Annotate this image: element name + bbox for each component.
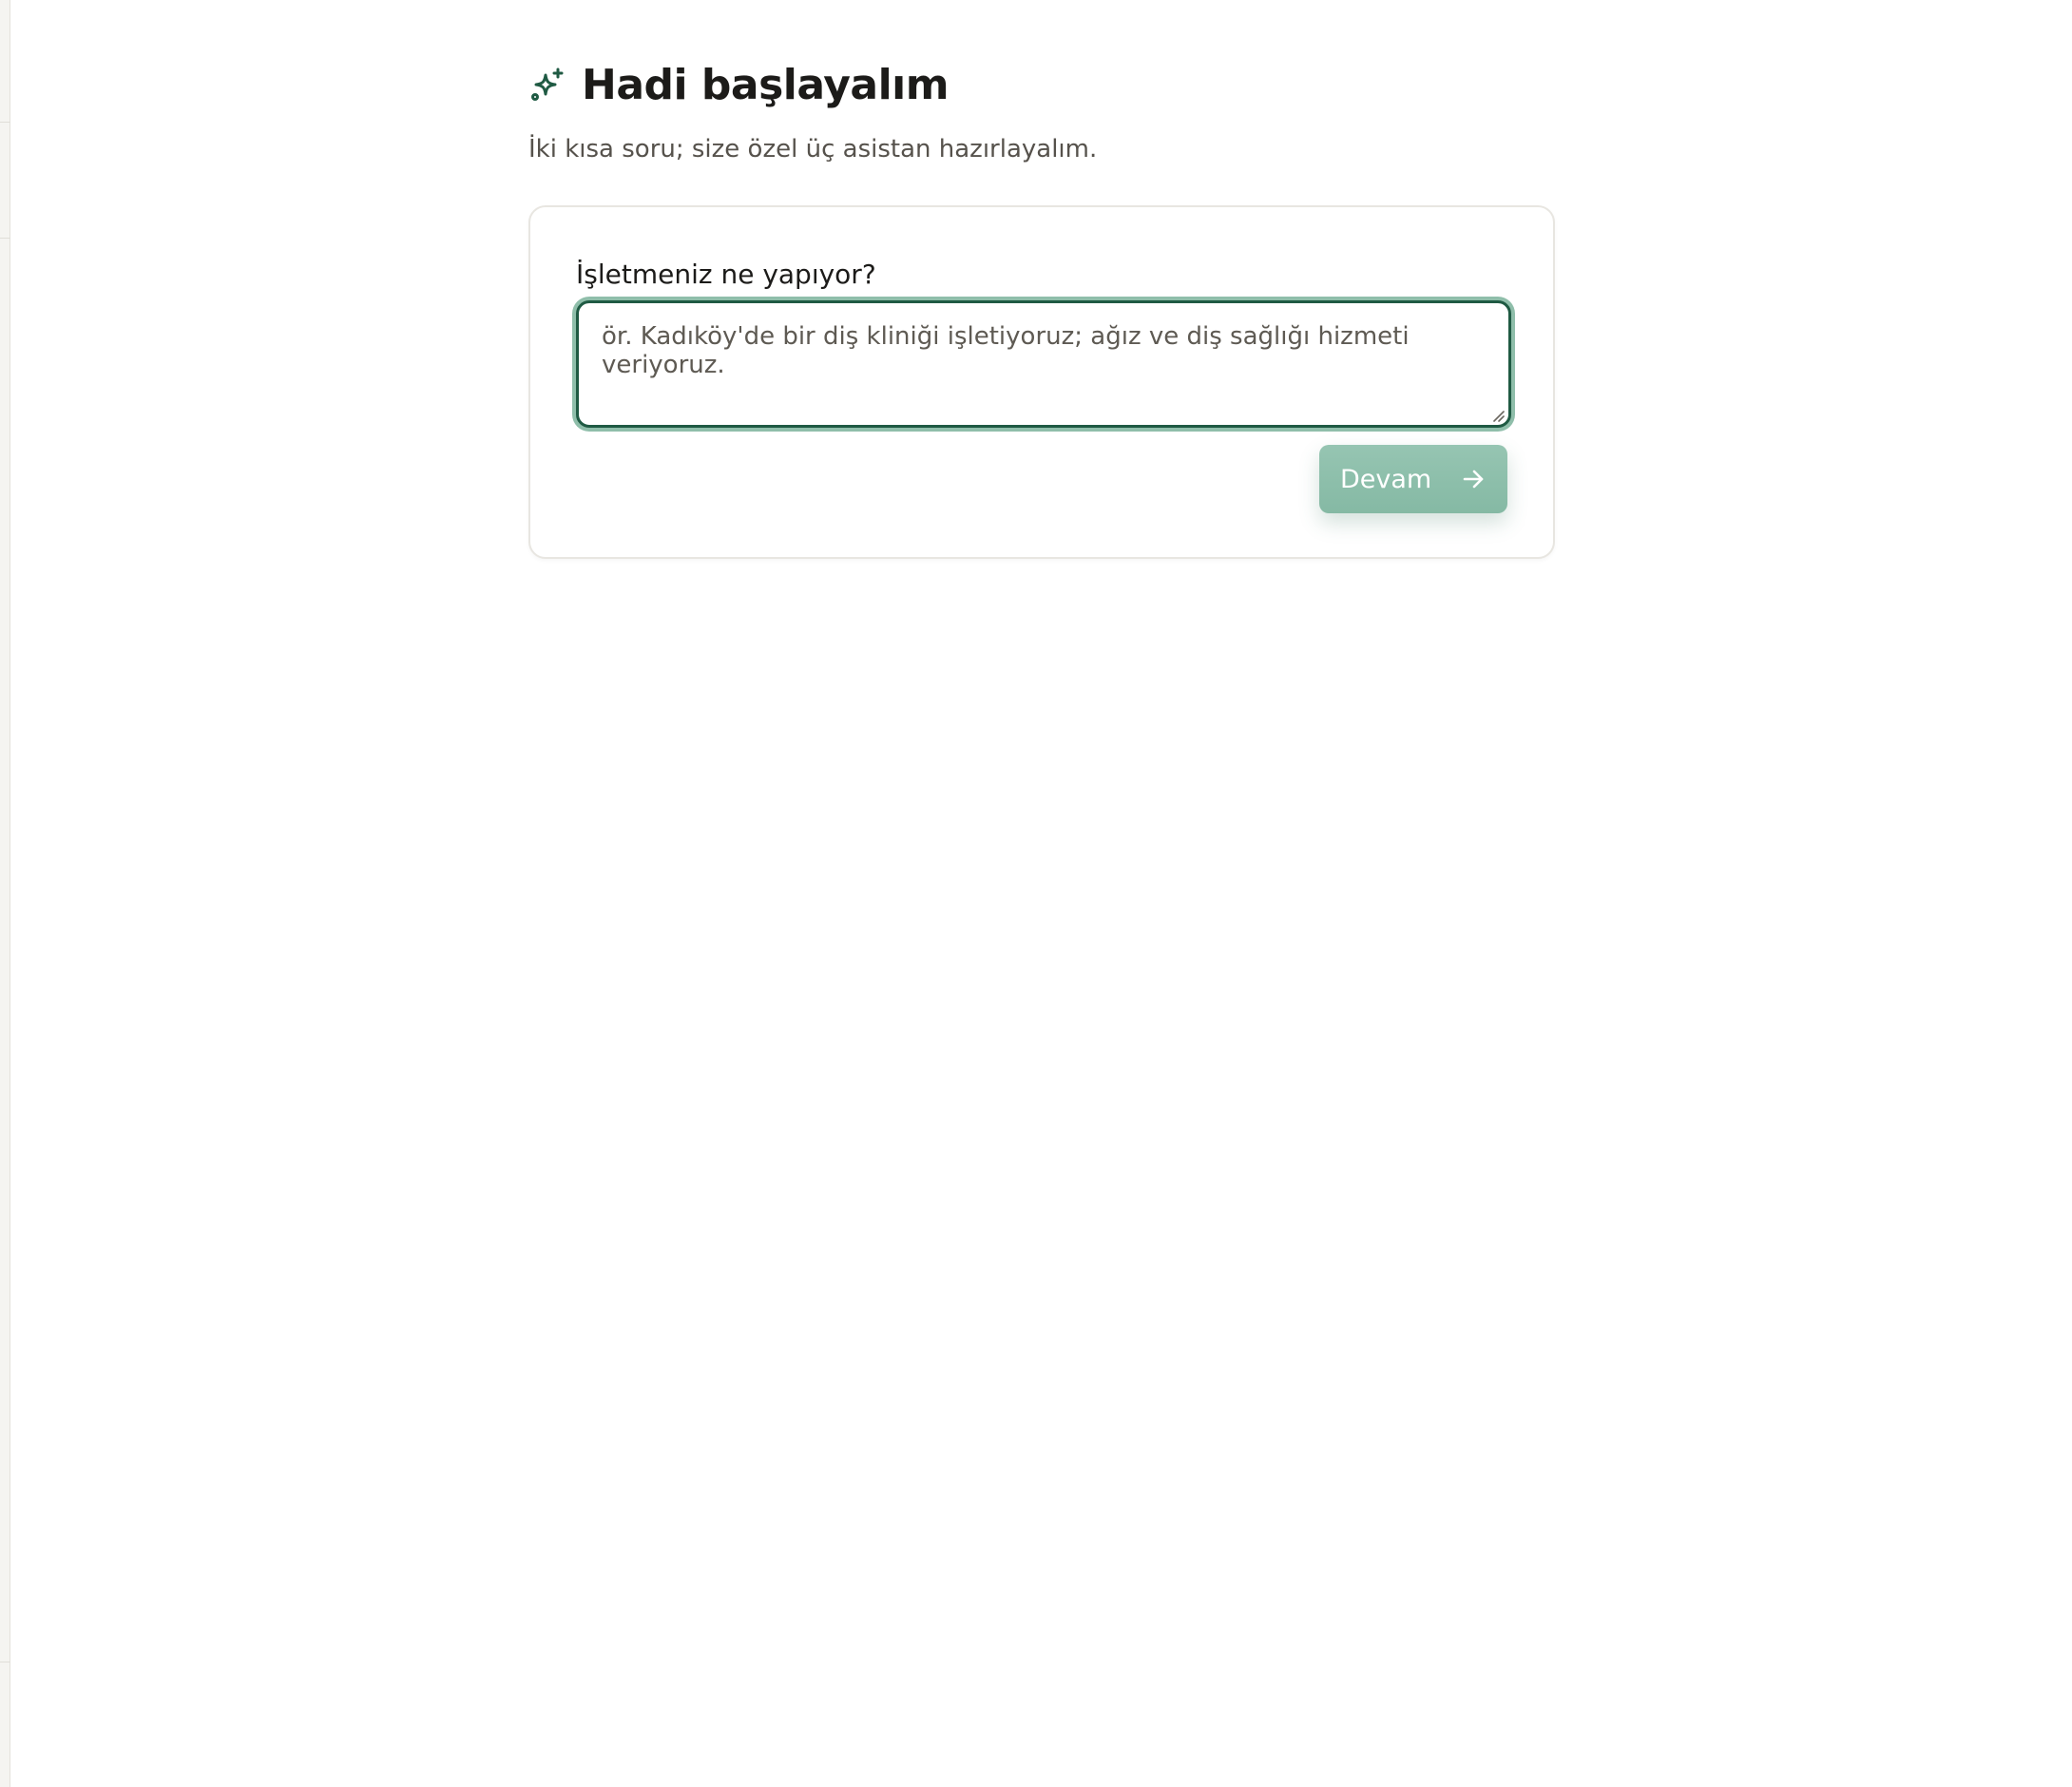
question-card: İşletmeniz ne yapıyor? Devam [528,205,1555,559]
page-subtitle: İki kısa soru; size özel üç asistan hazı… [528,135,1098,163]
business-textarea-wrapper [576,300,1511,428]
onboarding-content: Hadi başlayalım İki kısa soru; size özel… [528,55,1555,559]
left-rail [0,0,10,1787]
rail-divider [0,238,10,239]
arrow-right-icon [1460,466,1487,492]
business-description-textarea[interactable] [579,303,1508,425]
sparkles-icon [528,66,566,104]
business-question-label: İşletmeniz ne yapıyor? [576,259,876,290]
onboarding-page: Hadi başlayalım İki kısa soru; size özel… [0,0,2072,1787]
continue-button[interactable]: Devam [1319,445,1507,513]
continue-button-label: Devam [1340,464,1432,494]
page-title: Hadi başlayalım [582,60,950,109]
resize-handle-icon[interactable] [1491,408,1505,422]
page-heading: Hadi başlayalım [528,55,1555,114]
rail-divider [0,122,10,123]
